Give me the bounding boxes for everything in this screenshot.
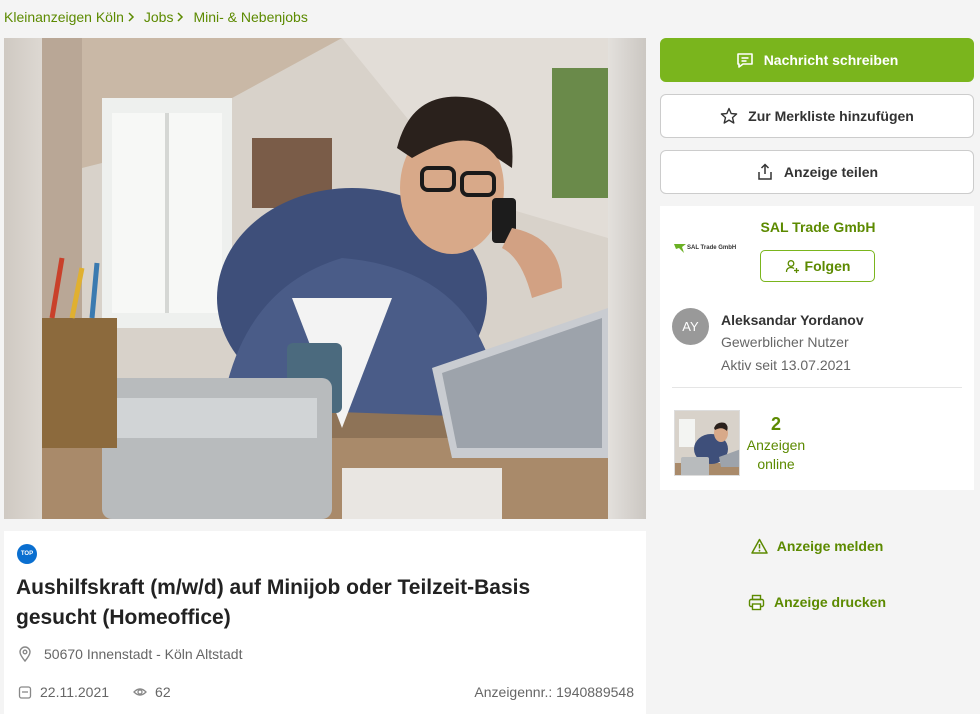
seller-ads-label-line1: Anzeigen [746, 437, 806, 453]
avatar: AY [672, 308, 709, 345]
print-ad-label: Anzeige drucken [773, 594, 887, 610]
ad-location-text: 50670 Innenstadt - Köln Altstadt [44, 646, 243, 662]
company-logo-text: SAL Trade GmbH [687, 245, 737, 251]
watchlist-button[interactable]: Zur Merkliste hinzufügen [660, 94, 974, 138]
ad-info-card: TOP Aushilfskraft (m/w/d) auf Minijob od… [4, 531, 646, 714]
seller-ads-label[interactable]: Anzeigen online [742, 436, 810, 474]
share-button-label: Anzeige teilen [783, 164, 879, 180]
ad-image-gallery[interactable] [4, 38, 646, 519]
gallery-edge-right [608, 38, 646, 519]
ad-main-image[interactable] [42, 38, 608, 519]
seller-box: SAL Trade GmbH SAL Trade GmbH Folgen AY … [660, 206, 974, 490]
message-button-label: Nachricht schreiben [763, 52, 899, 68]
ad-meta: 22.11.2021 62 Anzeigennr.: 1940889548 [18, 684, 634, 700]
ad-views-count: 62 [155, 684, 171, 700]
seller-ads-label-line2: online [757, 456, 795, 472]
warning-icon [750, 538, 768, 554]
ad-date: 22.11.2021 [18, 684, 109, 700]
breadcrumb: Kleinanzeigen Köln Jobs Mini- & Nebenjob… [4, 9, 308, 25]
report-ad-button[interactable]: Anzeige melden [660, 531, 974, 561]
ad-number: Anzeigennr.: 1940889548 [474, 684, 634, 700]
company-name-link[interactable]: SAL Trade GmbH [760, 219, 876, 235]
chevron-right-icon [176, 12, 184, 22]
ad-location: 50670 Innenstadt - Köln Altstadt [18, 646, 242, 662]
printer-icon [748, 594, 765, 610]
calendar-icon [18, 686, 32, 699]
ad-views: 62 [133, 684, 171, 700]
follow-user-icon [785, 259, 799, 273]
share-icon [758, 163, 772, 180]
sal-logo-icon [674, 244, 686, 253]
message-icon [736, 53, 753, 68]
breadcrumb-item-city[interactable]: Kleinanzeigen Köln [4, 9, 124, 25]
report-ad-label: Anzeige melden [776, 538, 884, 554]
star-icon [720, 107, 738, 124]
divider [672, 387, 962, 388]
follow-button[interactable]: Folgen [760, 250, 875, 282]
ad-title: Aushilfskraft (m/w/d) auf Minijob oder T… [16, 576, 531, 629]
ad-date-text: 22.11.2021 [40, 684, 110, 700]
print-ad-button[interactable]: Anzeige drucken [660, 587, 974, 617]
gallery-edge-left [4, 38, 42, 519]
breadcrumb-item-minijobs[interactable]: Mini- & Nebenjobs [193, 9, 307, 25]
location-pin-icon [19, 646, 31, 662]
follow-button-label: Folgen [804, 258, 851, 274]
watchlist-button-label: Zur Merkliste hinzufügen [748, 108, 914, 124]
breadcrumb-item-jobs[interactable]: Jobs [144, 9, 174, 25]
seller-type: Gewerblicher Nutzer [721, 334, 849, 350]
seller-ad-thumbnail-image [675, 411, 739, 475]
seller-ads-thumbnail[interactable] [674, 410, 740, 476]
share-button[interactable]: Anzeige teilen [660, 150, 974, 194]
chevron-right-icon [127, 12, 135, 22]
message-button[interactable]: Nachricht schreiben [660, 38, 974, 82]
seller-active-since: Aktiv seit 13.07.2021 [721, 357, 851, 373]
seller-name: Aleksandar Yordanov [721, 312, 864, 328]
company-logo[interactable]: SAL Trade GmbH [674, 242, 736, 254]
eye-icon [133, 688, 147, 696]
top-badge: TOP [17, 544, 37, 564]
seller-ads-count[interactable]: 2 [742, 414, 810, 435]
